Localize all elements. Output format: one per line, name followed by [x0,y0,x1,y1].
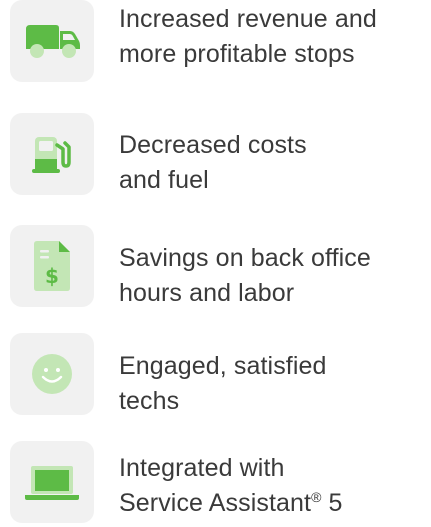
benefit-line-2: and fuel [119,166,209,194]
fuel-pump-icon [32,137,71,173]
benefit-item-revenue: Increased revenue and more profitable st… [10,0,425,86]
dollar-document-icon: $ [34,241,70,291]
benefit-item-integration: Integrated with Service Assistant® 5 [10,441,425,527]
icon-tile [10,441,94,523]
benefit-line-2: techs [119,387,180,415]
product-version: 5 [321,489,343,517]
svg-text:$: $ [45,264,59,288]
benefit-text: Engaged, satisfied techs [119,349,425,419]
icon-tile: $ [10,225,94,307]
icon-tile [10,113,94,195]
smiley-face-icon [32,354,72,394]
registered-mark: ® [311,489,322,505]
benefit-line-2: Service Assistant® 5 [119,486,425,521]
laptop-icon [25,466,79,500]
benefit-item-techs: Engaged, satisfied techs [10,333,425,419]
benefit-text: Savings on back office hours and labor [119,241,425,311]
benefits-list: Increased revenue and more profitable st… [0,0,431,523]
benefit-line-1: Increased revenue and [119,5,377,33]
benefit-line-1: Savings on back office [119,244,371,272]
benefit-line-1: Integrated with [119,454,285,482]
benefit-item-savings: $ Savings on back office hours and labor [10,225,425,311]
benefit-text: Decreased costs and fuel [119,128,425,198]
benefit-text: Integrated with Service Assistant® 5 [119,451,425,521]
benefit-line-1: Decreased costs [119,131,307,159]
icon-tile [10,333,94,415]
benefit-item-costs: Decreased costs and fuel [10,113,425,199]
benefit-line-2: more profitable stops [119,40,355,68]
product-name: Service Assistant [119,489,312,517]
delivery-truck-icon [26,25,80,58]
benefit-text: Increased revenue and more profitable st… [119,2,425,72]
benefit-line-1: Engaged, satisfied [119,352,327,380]
benefit-line-2: hours and labor [119,279,295,307]
icon-tile [10,0,94,82]
